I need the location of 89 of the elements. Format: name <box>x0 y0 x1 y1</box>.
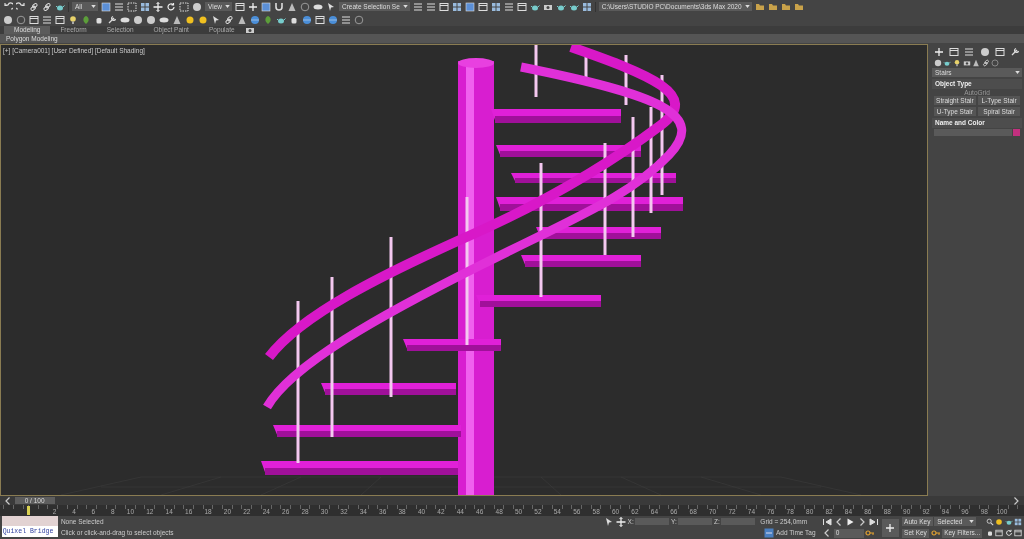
move-icon[interactable] <box>615 516 626 527</box>
sphere-icon[interactable] <box>933 58 942 67</box>
sun-icon[interactable] <box>185 14 195 25</box>
grid-icon[interactable] <box>1014 517 1023 526</box>
key-icon[interactable] <box>930 528 941 538</box>
move-icon[interactable] <box>153 1 163 12</box>
bulb-icon[interactable] <box>952 58 961 67</box>
chain-icon[interactable] <box>29 1 39 12</box>
selection-icon[interactable] <box>179 1 189 12</box>
grid-icon[interactable] <box>581 1 592 12</box>
globe-icon[interactable] <box>328 14 338 25</box>
chain-icon[interactable] <box>42 1 52 12</box>
cone-icon[interactable] <box>287 1 297 12</box>
circle-icon[interactable] <box>354 14 364 25</box>
chain-icon[interactable] <box>981 58 990 67</box>
grid-icon[interactable] <box>451 1 462 12</box>
sphere-icon[interactable] <box>192 1 202 12</box>
camera-icon[interactable] <box>244 25 255 35</box>
selection-icon[interactable] <box>127 1 137 12</box>
window-icon[interactable] <box>516 1 527 12</box>
cursor-icon[interactable] <box>211 14 221 25</box>
plus-icon[interactable] <box>248 1 258 12</box>
list-icon[interactable] <box>964 47 975 57</box>
chevron-right-icon[interactable] <box>1011 495 1021 506</box>
window-icon[interactable] <box>55 14 65 25</box>
plus-icon[interactable] <box>885 522 896 533</box>
tag-icon[interactable] <box>764 528 775 539</box>
sphere-icon[interactable] <box>3 14 13 25</box>
color-swatch[interactable] <box>1013 129 1021 137</box>
cone-icon[interactable] <box>237 14 247 25</box>
sun-icon[interactable] <box>198 14 208 25</box>
rotate-icon[interactable] <box>166 1 176 12</box>
window-icon[interactable] <box>995 529 1004 538</box>
bulb-icon[interactable] <box>68 14 78 25</box>
magnet-icon[interactable] <box>274 1 284 12</box>
cursor-icon[interactable] <box>326 1 336 12</box>
undo-icon[interactable] <box>3 1 13 12</box>
grid-icon[interactable] <box>490 1 501 12</box>
window-icon[interactable] <box>29 14 39 25</box>
rotate-icon[interactable] <box>1004 529 1013 538</box>
chevron-left-icon[interactable] <box>3 495 13 506</box>
circle-icon[interactable] <box>300 1 310 12</box>
window-icon[interactable] <box>948 47 959 57</box>
time-marker <box>27 506 30 515</box>
list-icon[interactable] <box>412 1 423 12</box>
caret-icon <box>402 5 408 8</box>
list-icon[interactable] <box>341 14 351 25</box>
window-icon[interactable] <box>315 14 325 25</box>
window-icon[interactable] <box>477 1 488 12</box>
go-to-start-icon[interactable] <box>822 516 833 527</box>
window-icon[interactable] <box>1014 529 1023 538</box>
window-icon[interactable] <box>438 1 449 12</box>
list-icon[interactable] <box>114 1 124 12</box>
magnifier-icon[interactable] <box>985 517 994 526</box>
globe-icon[interactable] <box>302 14 312 25</box>
wrench-icon[interactable] <box>1010 47 1021 57</box>
sphere-icon[interactable] <box>979 47 990 57</box>
window-icon[interactable] <box>995 47 1005 57</box>
square-icon[interactable] <box>261 1 271 12</box>
caret-icon <box>225 5 230 8</box>
leaf-icon[interactable] <box>263 14 273 25</box>
cone-icon[interactable] <box>172 14 182 25</box>
sun-icon[interactable] <box>995 517 1004 526</box>
caret-icon <box>91 5 96 8</box>
square-icon[interactable] <box>101 1 111 12</box>
plus-icon[interactable] <box>933 47 944 57</box>
globe-icon[interactable] <box>250 14 260 25</box>
go-to-end-icon[interactable] <box>868 516 879 527</box>
chevron-right-icon[interactable] <box>857 516 867 527</box>
caret-icon <box>744 5 750 8</box>
key-icon[interactable] <box>865 528 876 539</box>
name-field[interactable] <box>933 129 1012 137</box>
wrench-icon[interactable] <box>107 14 117 25</box>
sphere-icon[interactable] <box>133 14 143 25</box>
grid-icon[interactable] <box>140 1 150 12</box>
circle-icon[interactable] <box>16 14 26 25</box>
square-icon[interactable] <box>464 1 475 12</box>
add-key-button[interactable] <box>881 518 899 537</box>
list-icon[interactable] <box>503 1 514 12</box>
caret-icon <box>969 520 975 523</box>
list-icon[interactable] <box>425 1 436 12</box>
sphere-icon[interactable] <box>146 14 156 25</box>
chain-icon[interactable] <box>224 14 234 25</box>
window-icon[interactable] <box>235 1 245 12</box>
list-icon[interactable] <box>42 14 52 25</box>
caret-icon <box>1015 71 1020 75</box>
camera-icon[interactable] <box>962 58 971 67</box>
redo-icon[interactable] <box>16 1 26 12</box>
leaf-icon[interactable] <box>81 14 91 25</box>
